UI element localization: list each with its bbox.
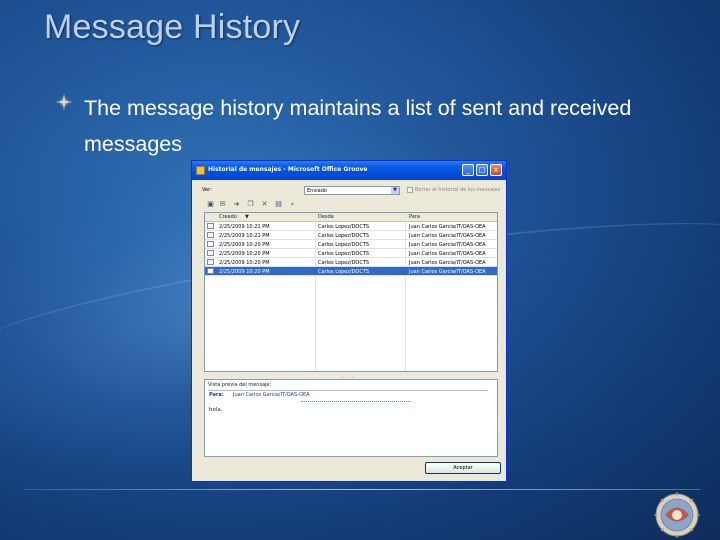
clear-history-checkbox[interactable] (407, 187, 413, 193)
table-row[interactable]: 2/25/2009 10:20 PM Carlos Lopez/DOCTS Juan… (205, 267, 497, 276)
preview-dotted-line (301, 401, 411, 402)
table-row[interactable]: 2/25/2009 10:20 PM Carlos Lopez/DOCTS Juan… (205, 249, 497, 258)
cell-from: Carlos Lopez/DOCTS (318, 232, 370, 239)
cell-to: Juan Carlos Garcia/IT/OAS-OEA (409, 223, 486, 230)
view-select-value: Enviado (307, 188, 327, 194)
footer-divider (24, 489, 700, 490)
maximize-button[interactable]: □ (476, 164, 488, 176)
column-header-from[interactable]: Desde (318, 214, 334, 220)
message-icon (207, 223, 214, 229)
preview-body: hola. (209, 407, 223, 413)
view-select[interactable]: Enviado ▼ (304, 186, 400, 195)
cell-created: 2/25/2009 10:20 PM (219, 250, 270, 257)
message-icon (207, 250, 214, 256)
bullet-star-icon (56, 94, 72, 110)
delete-icon[interactable]: ✕ (260, 200, 269, 209)
window-titlebar[interactable]: Historial de mensajes - Microsoft Office… (192, 161, 506, 180)
sort-desc-icon: ▼ (245, 214, 249, 220)
preview-heading: Vista previa del mensaje: (208, 382, 272, 388)
clear-history-label: Borrar el historial de los mensajes (415, 187, 501, 193)
preview-divider (208, 390, 489, 391)
slide-title: Message History (44, 8, 301, 46)
history-toolbar: ▣ ✉ ➜ ❐ ✕ ▤ ⌕ (204, 199, 498, 211)
cell-created: 2/25/2009 10:21 PM (219, 223, 270, 230)
message-icon (207, 232, 214, 238)
message-icon (207, 268, 214, 274)
cell-to: Juan Carlos Garcia/IT/OAS-OEA (409, 241, 486, 248)
preview-to-label: Para: (209, 392, 224, 398)
list-header: Creado ▼ Desde Para (205, 213, 497, 222)
copy-icon[interactable]: ❐ (246, 200, 255, 209)
find-icon[interactable]: ⌕ (288, 200, 297, 209)
table-row[interactable]: 2/25/2009 10:21 PM Carlos Lopez/DOCTS Juan… (205, 231, 497, 240)
column-header-created[interactable]: Creado (219, 214, 237, 220)
table-row[interactable]: 2/25/2009 10:20 PM Carlos Lopez/DOCTS Juan… (205, 258, 497, 267)
cell-to: Juan Carlos Garcia/IT/OAS-OEA (409, 259, 486, 266)
reply-icon[interactable]: ✉ (218, 200, 227, 209)
preview-to-value[interactable]: Juan Carlos Garcia/IT/OAS-OEA (233, 392, 310, 398)
message-list[interactable]: Creado ▼ Desde Para 2/25/2009 10:21 PM Ca… (204, 212, 498, 372)
cell-created: 2/25/2009 10:20 PM (219, 259, 270, 266)
cell-to: Juan Carlos Garcia/IT/OAS-OEA (409, 268, 486, 275)
table-row[interactable]: 2/25/2009 10:20 PM Carlos Lopez/DOCTS Juan… (205, 240, 497, 249)
minimize-button[interactable]: _ (462, 164, 474, 176)
cell-from: Carlos Lopez/DOCTS (318, 259, 370, 266)
cell-from: Carlos Lopez/DOCTS (318, 268, 370, 275)
accept-button[interactable]: Aceptar (425, 462, 501, 474)
print-icon[interactable]: ▤ (274, 200, 283, 209)
column-header-to[interactable]: Para (409, 214, 420, 220)
message-history-window: Historial de mensajes - Microsoft Office… (191, 160, 507, 482)
cell-created: 2/25/2009 10:20 PM (219, 268, 270, 275)
forward-icon[interactable]: ➜ (232, 200, 241, 209)
cell-from: Carlos Lopez/DOCTS (318, 250, 370, 257)
cell-created: 2/25/2009 10:20 PM (219, 241, 270, 248)
oas-seal-logo (654, 492, 700, 538)
message-preview: Vista previa del mensaje: Para: Juan Car… (204, 379, 498, 457)
cell-created: 2/25/2009 10:21 PM (219, 232, 270, 239)
table-row[interactable]: 2/25/2009 10:21 PM Carlos Lopez/DOCTS Juan… (205, 222, 497, 231)
cell-to: Juan Carlos Garcia/IT/OAS-OEA (409, 250, 486, 257)
view-label: Ver: (202, 187, 212, 193)
cell-from: Carlos Lopez/DOCTS (318, 223, 370, 230)
close-button[interactable]: x (490, 164, 502, 176)
cell-from: Carlos Lopez/DOCTS (318, 241, 370, 248)
window-title: Historial de mensajes - Microsoft Office… (208, 166, 368, 173)
bullet-text: The message history maintains a list of … (84, 96, 632, 156)
message-icon (207, 259, 214, 265)
chevron-down-icon[interactable]: ▼ (391, 187, 399, 194)
message-icon (207, 241, 214, 247)
cell-to: Juan Carlos Garcia/IT/OAS-OEA (409, 232, 486, 239)
groove-app-icon (196, 166, 205, 175)
open-icon[interactable]: ▣ (206, 200, 215, 209)
